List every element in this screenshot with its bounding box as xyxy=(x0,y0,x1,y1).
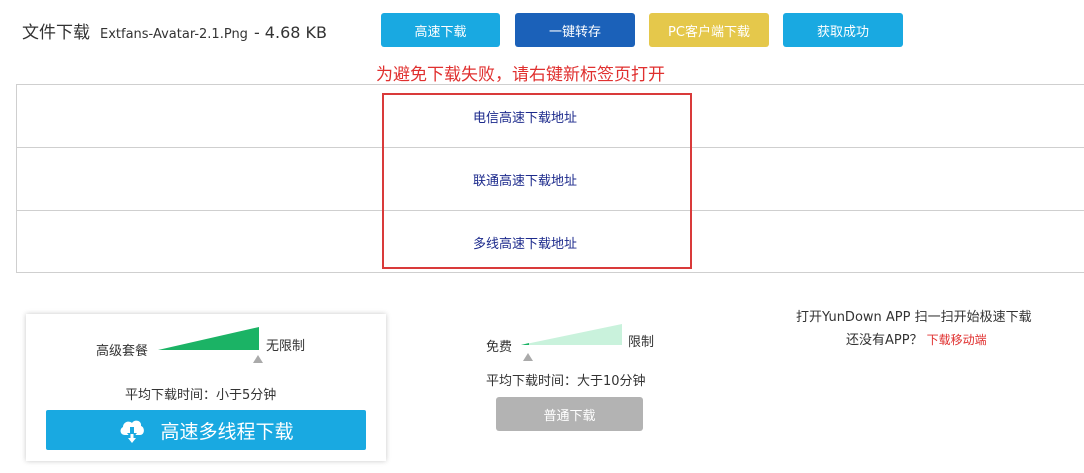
warning-message: 为避免下载失败，请右键新标签页打开 xyxy=(376,65,665,85)
telecom-download-link[interactable]: 电信高速下载地址 xyxy=(473,107,577,126)
link-row-multiline: 多线高速下载地址 xyxy=(17,211,1084,274)
download-links-table: 电信高速下载地址 联通高速下载地址 多线高速下载地址 xyxy=(16,84,1084,273)
no-app-text: 还没有APP？ xyxy=(846,333,923,348)
link-row-telecom: 电信高速下载地址 xyxy=(17,85,1084,148)
file-info: 文件下载 Extfans-Avatar-2.1.Png - 4.68 KB xyxy=(22,18,327,44)
get-success-button[interactable]: 获取成功 xyxy=(783,13,903,47)
one-click-save-button[interactable]: 一键转存 xyxy=(515,13,635,47)
premium-panel: 高级套餐 无限制 平均下载时间：小于5分钟 高速多线程下载 xyxy=(26,314,386,461)
free-avg-time: 平均下载时间：大于10分钟 xyxy=(486,374,646,389)
premium-unlimited-label: 无限制 xyxy=(266,339,306,354)
multithread-download-label: 高速多线程下载 xyxy=(160,420,294,443)
cloud-download-icon xyxy=(121,420,145,443)
premium-pointer-icon xyxy=(253,355,263,363)
free-pointer-icon xyxy=(523,353,533,361)
premium-speed-wedge xyxy=(158,327,259,350)
unicom-download-link[interactable]: 联通高速下载地址 xyxy=(473,170,577,189)
high-speed-download-button[interactable]: 高速下载 xyxy=(381,13,500,47)
premium-avg-time: 平均下载时间：小于5分钟 xyxy=(125,388,277,403)
free-tier-label: 免费 xyxy=(486,340,513,355)
file-name: Extfans-Avatar-2.1.Png xyxy=(100,27,248,42)
file-size: - 4.68 KB xyxy=(253,23,327,42)
free-limited-label: 限制 xyxy=(628,335,655,350)
app-promo-line2: 还没有APP？ 下载移动端 xyxy=(846,329,987,348)
multithread-download-button[interactable]: 高速多线程下载 xyxy=(46,410,366,450)
multiline-download-link[interactable]: 多线高速下载地址 xyxy=(473,233,577,252)
premium-tier-label: 高级套餐 xyxy=(96,344,149,359)
app-promo-text: 打开YunDown APP 扫一扫开始极速下载 xyxy=(796,310,1032,325)
free-speed-wedge xyxy=(521,324,622,345)
link-row-unicom: 联通高速下载地址 xyxy=(17,148,1084,211)
download-mobile-link[interactable]: 下载移动端 xyxy=(927,333,987,347)
normal-download-button[interactable]: 普通下载 xyxy=(496,397,643,431)
pc-client-download-button[interactable]: PC客户端下载 xyxy=(649,13,769,47)
file-download-label: 文件下载 xyxy=(22,23,90,43)
